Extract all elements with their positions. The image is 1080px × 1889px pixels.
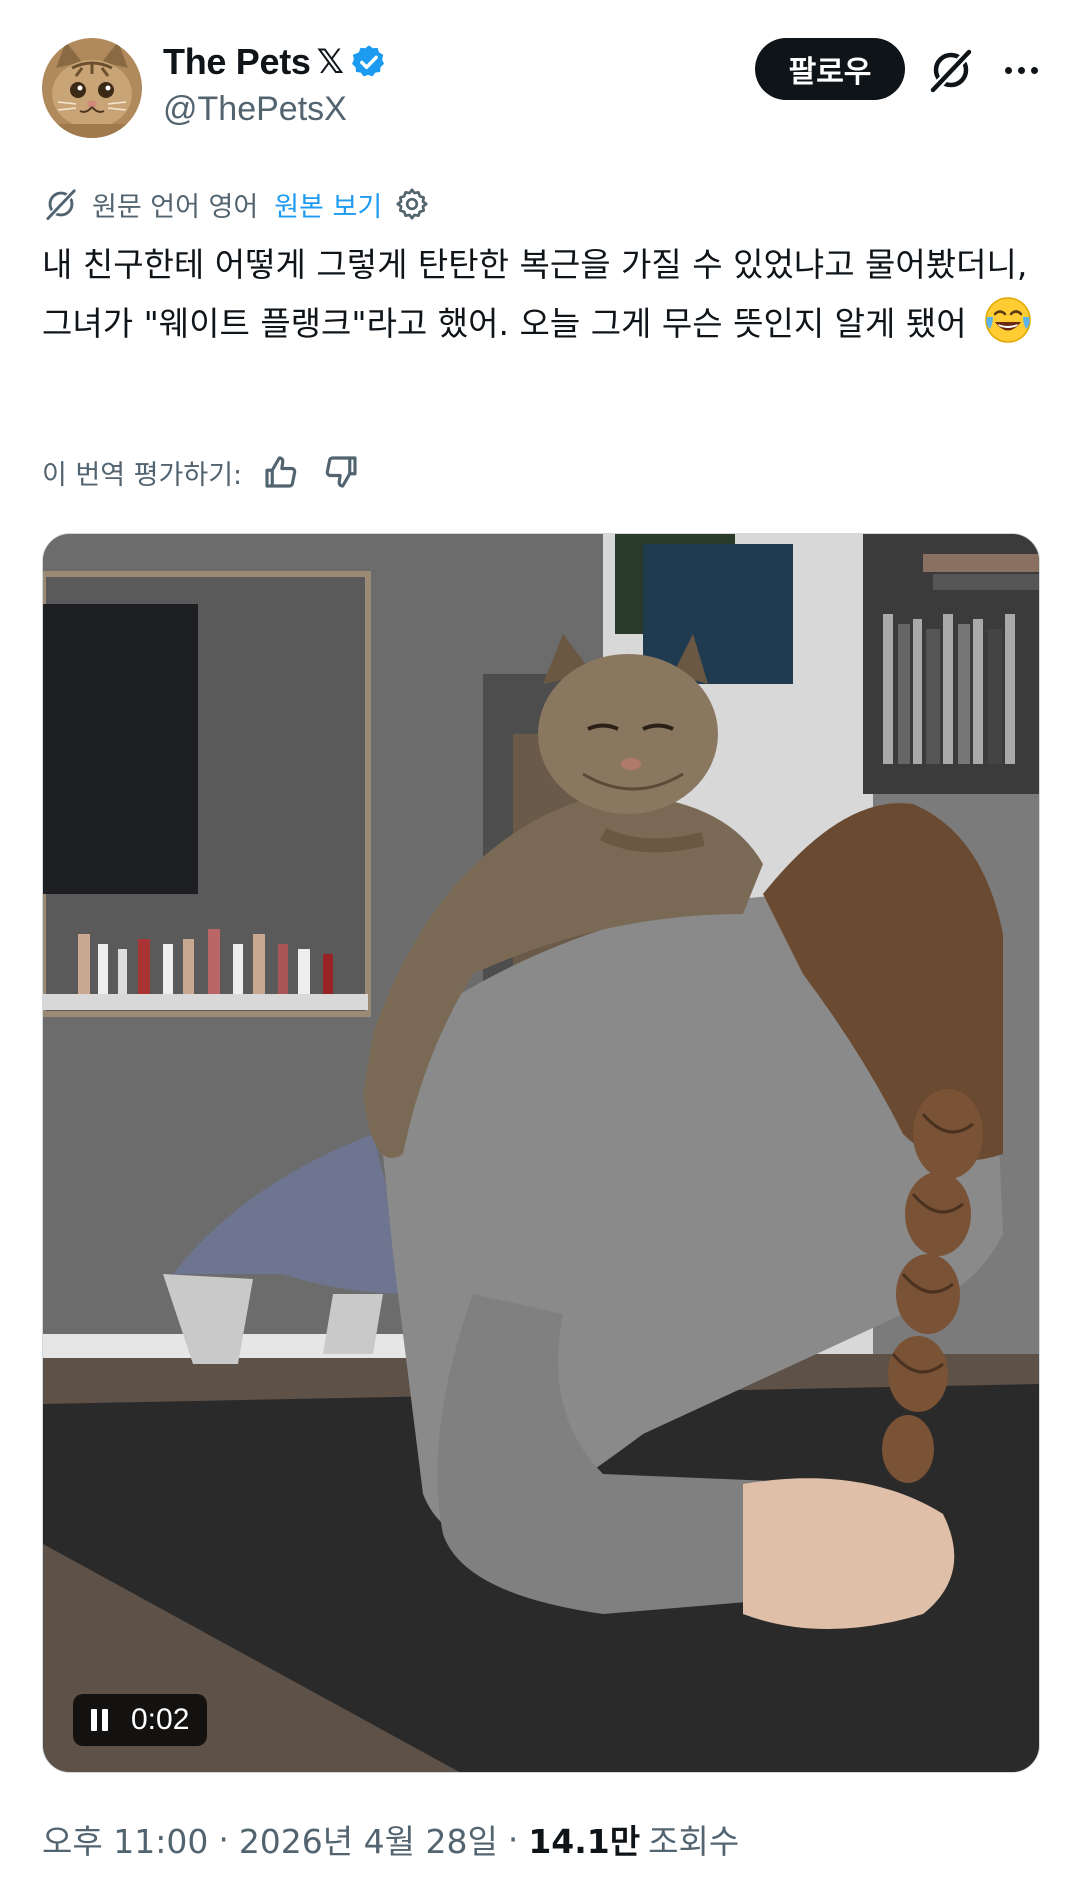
author-handle[interactable]: @ThePetsX xyxy=(163,90,347,129)
video-playback-chip[interactable]: 0:02 xyxy=(73,1694,208,1746)
tweet-meta: 오후 11:00 · 2026년 4월 28일 · 14.1만 조회수 xyxy=(42,1815,739,1863)
follow-button[interactable]: 팔로우 xyxy=(755,38,905,100)
post-date[interactable]: 2026년 4월 28일 xyxy=(239,1815,498,1863)
views-count[interactable]: 14.1만 xyxy=(528,1815,640,1863)
meta-separator: · xyxy=(218,1819,229,1859)
gear-icon[interactable] xyxy=(394,186,430,222)
translation-info: 원문 언어 영어 원본 보기 xyxy=(42,182,430,226)
author-name-row[interactable]: The Pets 𝕏 xyxy=(163,38,388,86)
tweet-video[interactable]: 0:02 xyxy=(42,533,1040,1773)
thumbs-down-icon[interactable] xyxy=(320,451,362,493)
thumbs-up-icon[interactable] xyxy=(260,451,302,493)
verified-badge-icon xyxy=(352,45,385,77)
face-with-tears-of-joy-icon xyxy=(985,297,1031,343)
grok-translate-icon xyxy=(46,188,77,221)
tweet-header: The Pets 𝕏 @ThePetsX 팔로우 xyxy=(0,0,1080,150)
tweet-text: 내 친구한테 어떻게 그렇게 탄탄한 복근을 가질 수 있었냐고 물어봤더니, … xyxy=(42,235,1052,353)
grok-icon[interactable] xyxy=(925,44,977,96)
more-dot xyxy=(1017,66,1025,74)
author-display-name[interactable]: The Pets xyxy=(163,41,311,83)
more-dot xyxy=(1004,66,1012,74)
rate-translation-label: 이 번역 평가하기: xyxy=(42,459,243,491)
x-affiliation-icon: 𝕏 xyxy=(316,42,345,82)
views-label[interactable]: 조회수 xyxy=(648,1815,739,1863)
tweet-body: 내 친구한테 어떻게 그렇게 탄탄한 복근을 가질 수 있었냐고 물어봤더니, … xyxy=(42,245,1028,343)
video-frame[interactable] xyxy=(43,534,1040,1773)
post-time[interactable]: 오후 11:00 xyxy=(42,1815,208,1863)
translation-rating: 이 번역 평가하기: xyxy=(42,448,362,496)
more-icon[interactable] xyxy=(995,44,1047,96)
pause-icon[interactable] xyxy=(91,1709,113,1731)
cat-face-avatar[interactable] xyxy=(42,38,142,138)
show-original-link[interactable]: 원본 보기 xyxy=(274,185,382,224)
video-elapsed-time: 0:02 xyxy=(131,1703,190,1736)
more-dot xyxy=(1030,66,1038,74)
meta-separator: · xyxy=(507,1819,519,1859)
translation-source-label: 원문 언어 영어 xyxy=(92,191,259,223)
